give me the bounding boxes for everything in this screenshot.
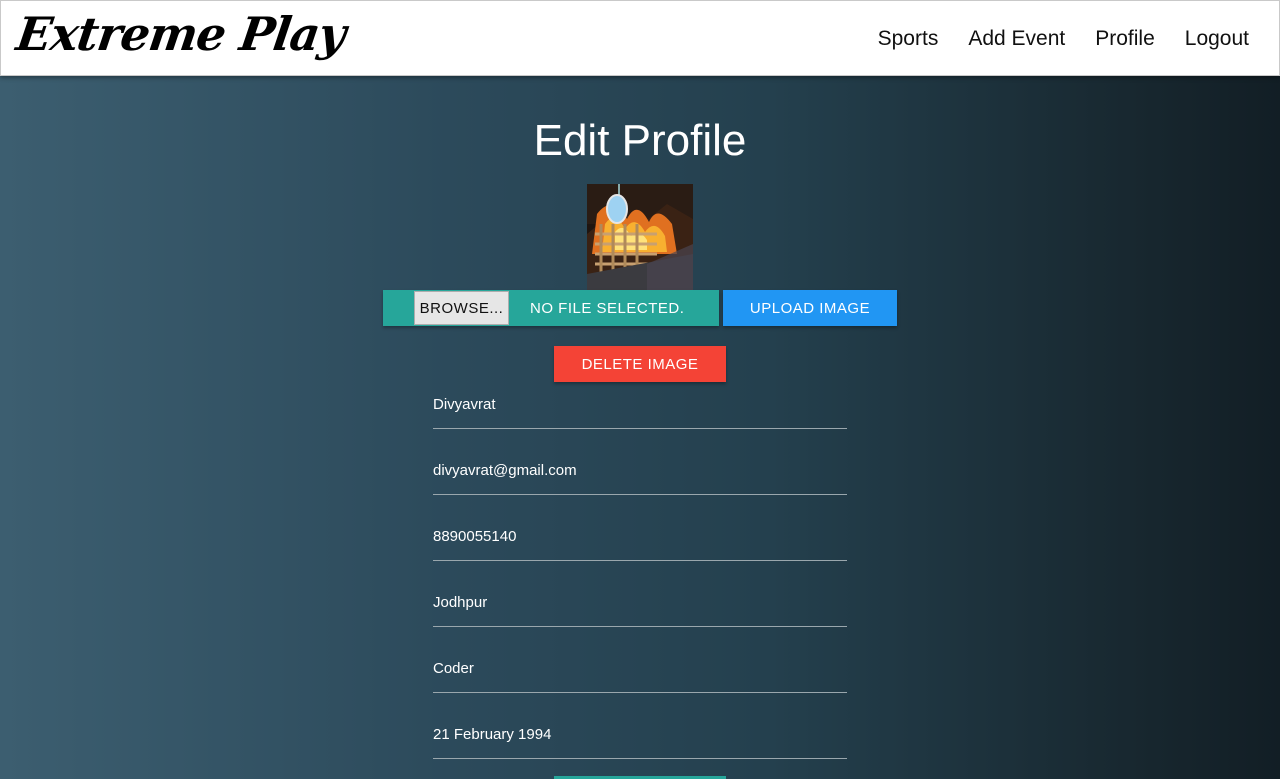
email-field	[433, 456, 847, 495]
browse-button[interactable]: BROWSE...	[414, 291, 509, 325]
profile-image	[587, 184, 693, 290]
navbar: Extreme Play Sports Add Event Profile Lo…	[0, 0, 1280, 76]
city-input[interactable]	[433, 588, 847, 626]
nav-item-logout[interactable]: Logout	[1185, 27, 1249, 51]
file-picker[interactable]: BROWSE... NO FILE SELECTED.	[383, 290, 719, 326]
occupation-input[interactable]	[433, 654, 847, 692]
nav-item-profile[interactable]: Profile	[1095, 27, 1155, 51]
delete-image-button[interactable]: DELETE IMAGE	[554, 346, 726, 382]
city-field	[433, 588, 847, 627]
nav-links: Sports Add Event Profile Logout	[878, 27, 1249, 51]
name-field	[433, 390, 847, 429]
occupation-field	[433, 654, 847, 693]
brand-logo[interactable]: Extreme Play	[13, 7, 348, 61]
dob-field	[433, 720, 847, 759]
page-title: Edit Profile	[533, 116, 747, 165]
phone-field	[433, 522, 847, 561]
file-status-text: NO FILE SELECTED.	[530, 300, 685, 317]
nav-item-sports[interactable]: Sports	[878, 27, 939, 51]
dob-input[interactable]	[433, 720, 847, 758]
nav-item-add-event[interactable]: Add Event	[968, 27, 1065, 51]
phone-input[interactable]	[433, 522, 847, 560]
name-input[interactable]	[433, 390, 847, 428]
upload-image-button[interactable]: UPLOAD IMAGE	[723, 290, 897, 326]
email-input[interactable]	[433, 456, 847, 494]
